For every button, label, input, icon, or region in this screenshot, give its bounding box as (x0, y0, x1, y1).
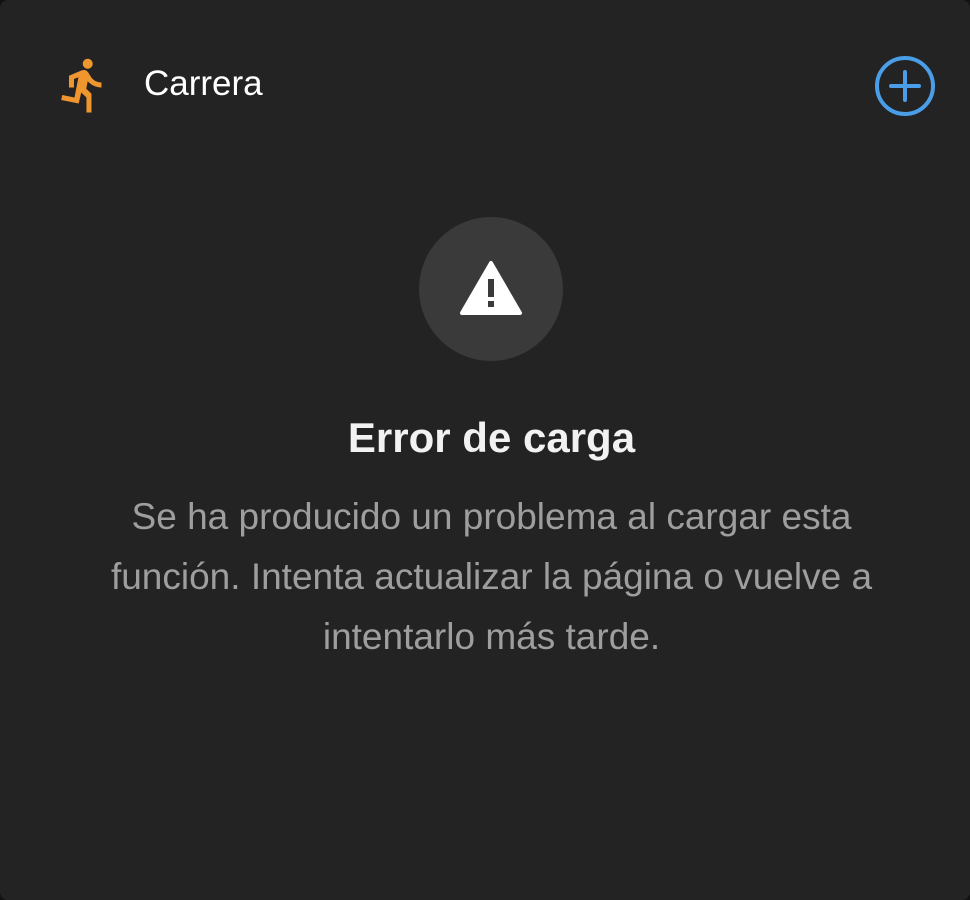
widget-card: Carrera Error de carga Se ha producido u… (0, 0, 970, 900)
warning-badge (419, 217, 563, 361)
widget-title: Carrera (144, 64, 263, 103)
error-message: Se ha producido un problema al cargar es… (110, 496, 873, 657)
running-person-icon (54, 54, 114, 116)
add-button[interactable] (874, 55, 936, 117)
widget-header: Carrera (0, 0, 970, 170)
add-circle-icon (875, 56, 935, 116)
warning-icon (460, 261, 522, 315)
error-title: Error de carga (347, 414, 636, 461)
